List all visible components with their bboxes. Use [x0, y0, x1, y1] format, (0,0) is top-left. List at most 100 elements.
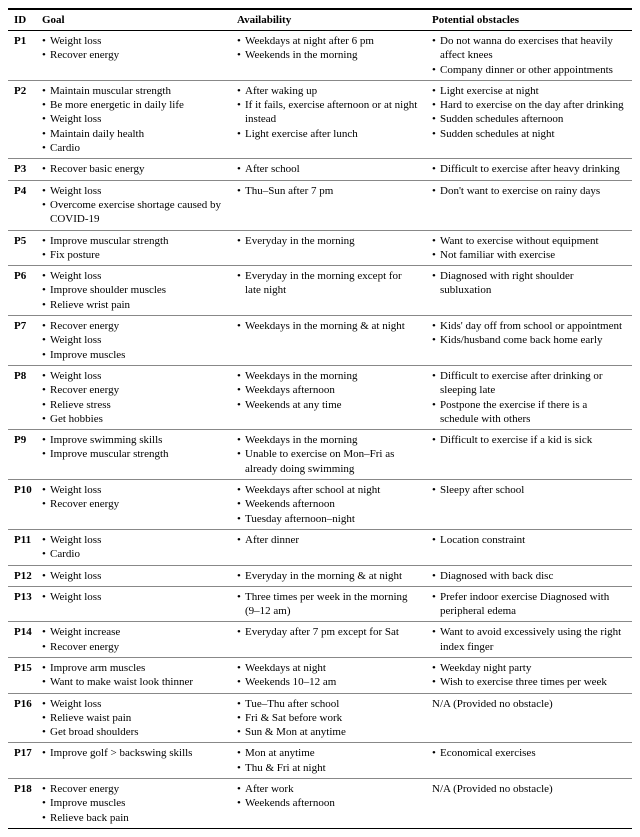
cell-goal: Recover energyImprove musclesRelieve bac… [36, 779, 231, 829]
table-row: P13Weight lossThree times per week in th… [8, 586, 632, 622]
availability-item: Weekends 10–12 am [237, 675, 420, 689]
cell-goal: Weight lossRecover energyRelieve stressG… [36, 365, 231, 429]
cell-availability: Weekdays after school at nightWeekends a… [231, 480, 426, 530]
goal-item: Weight loss [42, 112, 225, 126]
table-row: P17Improve golf > backswing skills Mon at… [8, 743, 632, 779]
goal-item: Want to make waist look thinner [42, 675, 225, 689]
availability-item: Tuesday afternoon–night [237, 512, 420, 526]
obstacle-item: Prefer indoor exercise Diagnosed with pe… [432, 590, 626, 619]
goal-item: Relieve waist pain [42, 711, 225, 725]
availability-item: After work [237, 782, 420, 796]
goal-item: Recover energy [42, 383, 225, 397]
header-obstacles: Potential obstacles [426, 9, 632, 31]
table-row: P9Improve swimming skillsImprove muscula… [8, 430, 632, 480]
cell-availability: Everyday after 7 pm except for Sat [231, 622, 426, 658]
cell-obstacles: Don't want to exercise on rainy days [426, 180, 632, 230]
cell-availability: After school [231, 159, 426, 180]
availability-item: After dinner [237, 533, 420, 547]
header-id: ID [8, 9, 36, 31]
table-row: P11Weight lossCardio After dinner Location… [8, 529, 632, 565]
row-id: P11 [8, 529, 36, 565]
header-availability: Availability [231, 9, 426, 31]
row-id: P14 [8, 622, 36, 658]
table-row: P15Improve arm musclesWant to make waist… [8, 657, 632, 693]
cell-goal: Weight lossRelieve waist painGet broad s… [36, 693, 231, 743]
goal-item: Weight loss [42, 483, 225, 497]
cell-obstacles: Do not wanna do exercises that heavily a… [426, 31, 632, 81]
cell-obstacles: Weekday night partyWish to exercise thre… [426, 657, 632, 693]
cell-goal: Weight lossImprove shoulder musclesRelie… [36, 266, 231, 316]
availability-item: Weekends in the morning [237, 48, 420, 62]
goal-item: Weight loss [42, 184, 225, 198]
table-row: P6Weight lossImprove shoulder musclesRel… [8, 266, 632, 316]
row-id: P7 [8, 316, 36, 366]
obstacle-item: Don't want to exercise on rainy days [432, 184, 626, 198]
availability-item: Tue–Thu after school [237, 697, 420, 711]
obstacle-item: Not familiar with exercise [432, 248, 626, 262]
row-id: P15 [8, 657, 36, 693]
cell-goal: Weight loss [36, 565, 231, 586]
goal-item: Weight loss [42, 333, 225, 347]
availability-item: Weekends afternoon [237, 796, 420, 810]
availability-item: Everyday in the morning [237, 234, 420, 248]
cell-goal: Improve muscular strengthFix posture [36, 230, 231, 266]
goal-item: Recover energy [42, 497, 225, 511]
cell-obstacles: N/A (Provided no obstacle) [426, 693, 632, 743]
obstacle-item: Difficult to exercise after heavy drinki… [432, 162, 626, 176]
obstacle-item: Hard to exercise on the day after drinki… [432, 98, 626, 112]
availability-item: Weekdays at night after 6 pm [237, 34, 420, 48]
availability-item: Sun & Mon at anytime [237, 725, 420, 739]
availability-item: Mon at anytime [237, 746, 420, 760]
row-id: P1 [8, 31, 36, 81]
obstacle-item: Wish to exercise three times per week [432, 675, 626, 689]
cell-goal: Weight loss [36, 586, 231, 622]
cell-obstacles: Location constraint [426, 529, 632, 565]
goal-item: Overcome exercise shortage caused by COV… [42, 198, 225, 227]
cell-obstacles: Diagnosed with back disc [426, 565, 632, 586]
goal-item: Fix posture [42, 248, 225, 262]
availability-item: Weekdays in the morning [237, 433, 420, 447]
cell-goal: Improve golf > backswing skills [36, 743, 231, 779]
table-row: P10Weight lossRecover energyWeekdays aft… [8, 480, 632, 530]
cell-availability: Weekdays at night after 6 pmWeekends in … [231, 31, 426, 81]
goal-item: Recover energy [42, 48, 225, 62]
availability-item: Weekdays at night [237, 661, 420, 675]
table-row: P4Weight lossOvercome exercise shortage … [8, 180, 632, 230]
goal-item: Recover energy [42, 782, 225, 796]
goal-item: Recover energy [42, 640, 225, 654]
cell-obstacles: Light exercise at nightHard to exercise … [426, 80, 632, 158]
availability-item: Everyday in the morning except for late … [237, 269, 420, 298]
row-id: P17 [8, 743, 36, 779]
cell-availability: Tue–Thu after schoolFri & Sat before wor… [231, 693, 426, 743]
goal-item: Weight loss [42, 697, 225, 711]
availability-item: Everyday in the morning & at night [237, 569, 420, 583]
goal-item: Improve shoulder muscles [42, 283, 225, 297]
cell-availability: Weekdays in the morningUnable to exercis… [231, 430, 426, 480]
cell-goal: Improve arm musclesWant to make waist lo… [36, 657, 231, 693]
obstacle-item: Do not wanna do exercises that heavily a… [432, 34, 626, 63]
obstacle-item: Diagnosed with back disc [432, 569, 626, 583]
cell-availability: Everyday in the morning except for late … [231, 266, 426, 316]
availability-item: After waking up [237, 84, 420, 98]
row-id: P12 [8, 565, 36, 586]
table-row: P16Weight lossRelieve waist painGet broa… [8, 693, 632, 743]
availability-item: Light exercise after lunch [237, 127, 420, 141]
cell-goal: Weight lossCardio [36, 529, 231, 565]
cell-availability: After dinner [231, 529, 426, 565]
obstacle-item: Company dinner or other appointments [432, 63, 626, 77]
table-row: P1Weight lossRecover energyWeekdays at n… [8, 31, 632, 81]
obstacle-item: Kids' day off from school or appointment [432, 319, 626, 333]
availability-item: Unable to exercise on Mon–Fri as already… [237, 447, 420, 476]
availability-item: Everyday after 7 pm except for Sat [237, 625, 420, 639]
availability-item: Thu–Sun after 7 pm [237, 184, 420, 198]
goal-item: Maintain daily health [42, 127, 225, 141]
cell-obstacles: N/A (Provided no obstacle) [426, 779, 632, 829]
availability-item: Weekdays in the morning & at night [237, 319, 420, 333]
cell-goal: Improve swimming skillsImprove muscular … [36, 430, 231, 480]
goal-item: Weight increase [42, 625, 225, 639]
goal-item: Weight loss [42, 569, 225, 583]
cell-goal: Weight lossRecover energy [36, 31, 231, 81]
availability-item: Weekdays after school at night [237, 483, 420, 497]
obstacle-item: Sudden schedules at night [432, 127, 626, 141]
cell-obstacles: Diagnosed with right shoulder subluxatio… [426, 266, 632, 316]
